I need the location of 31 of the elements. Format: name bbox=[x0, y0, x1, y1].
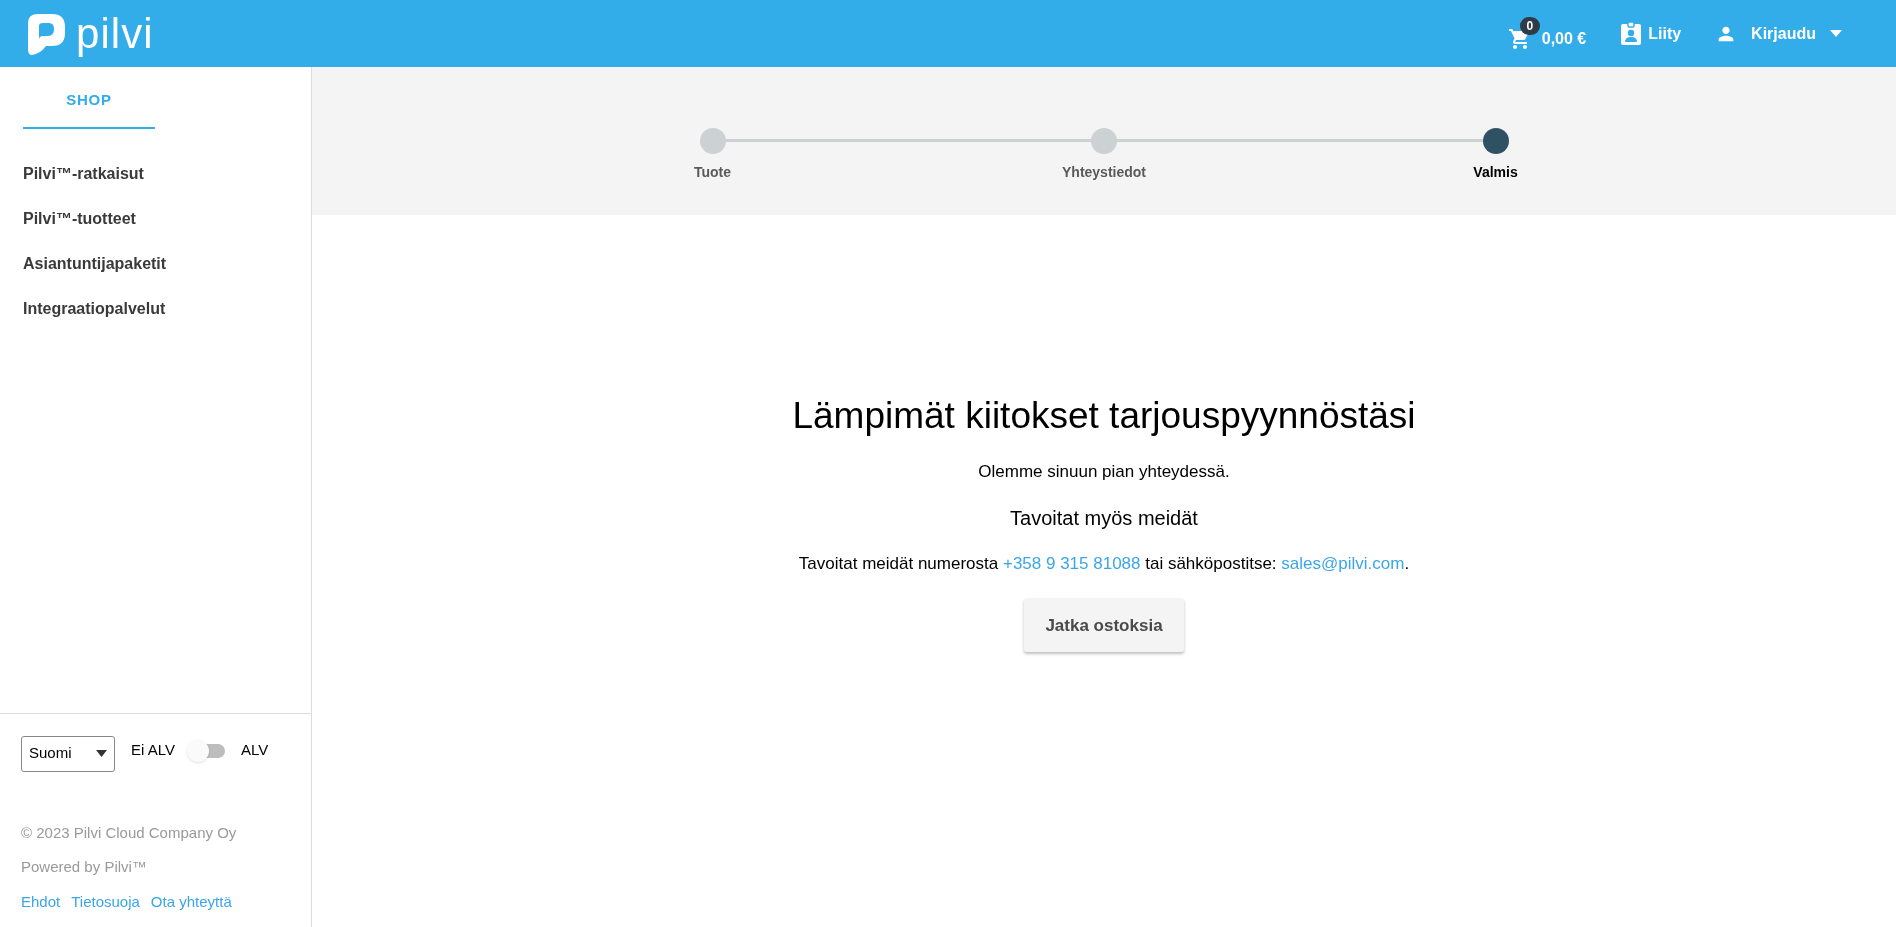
footer-link[interactable]: Tietosuoja bbox=[71, 890, 140, 913]
thank-you-heading: Lämpimät kiitokset tarjouspyynnöstäsi bbox=[792, 394, 1416, 438]
contact-heading: Tavoitat myös meidät bbox=[1010, 505, 1198, 531]
caret-icon bbox=[1830, 30, 1842, 37]
sidebar-item[interactable]: Pilvi™-tuotteet bbox=[23, 196, 288, 241]
sidebar-item[interactable]: Asiantuntijapaketit bbox=[23, 241, 288, 286]
sidebar-item[interactable]: Integraatiopalvelut bbox=[23, 286, 288, 331]
contact-text: Tavoitat meidät numerosta +358 9 315 81088 tai sähköpostitse: sales@pilvi.com. bbox=[798, 552, 1410, 575]
vat-on-label: ALV bbox=[240, 740, 269, 761]
continue-shopping-button[interactable]: Jatka ostoksia bbox=[1024, 598, 1184, 653]
step: Valmis bbox=[1455, 128, 1536, 188]
badge-icon bbox=[1620, 21, 1643, 46]
caret-icon bbox=[96, 750, 107, 757]
copyright-text: © 2023 Pilvi Cloud Company Oy bbox=[21, 822, 238, 843]
confirmation-text: Olemme sinuun pian yhteydessä. bbox=[978, 461, 1230, 484]
vat-off-label: Ei ALV bbox=[131, 740, 175, 761]
footer-link[interactable]: Ehdot bbox=[21, 890, 61, 913]
contact-link[interactable]: sales@pilvi.com bbox=[1281, 553, 1405, 573]
join-button[interactable]: Liity bbox=[1620, 21, 1682, 46]
sidebar-item[interactable]: Pilvi™-ratkaisut bbox=[23, 151, 288, 196]
footer-link[interactable]: Ota yhteyttä bbox=[150, 890, 232, 913]
powered-by-text: Powered by Pilvi™ bbox=[21, 857, 148, 877]
cart-button[interactable]: 0 0,00 € bbox=[1507, 14, 1587, 53]
contact-link[interactable]: +358 9 315 81088 bbox=[1002, 553, 1141, 573]
language-select[interactable]: Suomi bbox=[21, 735, 115, 772]
step: Yhteystiedot bbox=[1064, 128, 1144, 188]
step: Tuote bbox=[672, 128, 753, 188]
cart-count-badge: 0 bbox=[1519, 16, 1540, 35]
login-button[interactable]: Kirjaudu bbox=[1715, 21, 1842, 46]
shop-tab[interactable]: SHOP bbox=[23, 87, 155, 129]
logo-text: pilvi bbox=[76, 12, 154, 55]
